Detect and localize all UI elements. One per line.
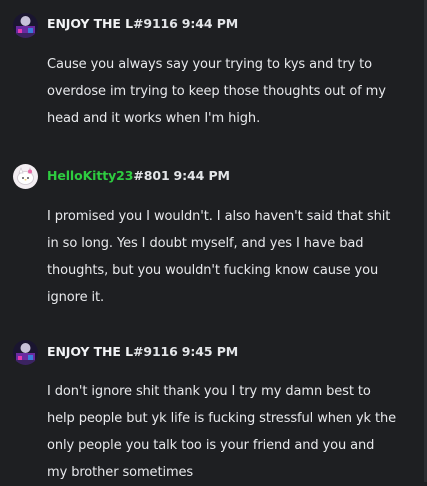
username[interactable]: HelloKitty23 — [47, 168, 133, 183]
message-line: only people you talk too is your friend … — [47, 438, 375, 453]
message-content: I promised you I wouldn't. I also haven'… — [47, 203, 407, 311]
message-header: HelloKitty23#801 9:44 PM — [47, 166, 230, 186]
message-line: help people but yk life is fucking stres… — [47, 411, 397, 426]
user-avatar-icon[interactable] — [13, 13, 38, 38]
timestamp: 9:45 PM — [181, 344, 239, 359]
message-header: ENJOY THE L#9116 9:44 PM — [47, 14, 238, 34]
message-line: Cause you always say your trying to kys … — [47, 57, 373, 72]
user-tag: #9116 — [132, 344, 178, 359]
message-line: I don't ignore shit thank you I try my d… — [47, 384, 371, 399]
user-avatar-icon[interactable] — [13, 340, 38, 365]
message-header: ENJOY THE L#9116 9:45 PM — [47, 342, 238, 362]
message-line: ignore it. — [47, 290, 105, 305]
hello-kitty-avatar-icon[interactable] — [13, 164, 38, 189]
message-content: Cause you always say your trying to kys … — [47, 51, 407, 132]
user-tag: #801 — [133, 168, 170, 183]
user-tag: #9116 — [132, 16, 178, 31]
message-line: I promised you I wouldn't. I also haven'… — [47, 209, 391, 224]
timestamp: 9:44 PM — [173, 168, 230, 183]
message-content: I don't ignore shit thank you I try my d… — [47, 378, 407, 486]
message-line: in so long. Yes I doubt myself, and yes … — [47, 236, 364, 251]
username[interactable]: ENJOY THE L — [47, 344, 133, 359]
message-line: overdose im trying to keep those thought… — [47, 84, 386, 99]
message-line: head and it works when I'm high. — [47, 111, 261, 126]
username[interactable]: ENJOY THE L — [47, 16, 133, 31]
message-line: thoughts, but you wouldn't fucking know … — [47, 263, 379, 278]
timestamp: 9:44 PM — [181, 16, 239, 31]
